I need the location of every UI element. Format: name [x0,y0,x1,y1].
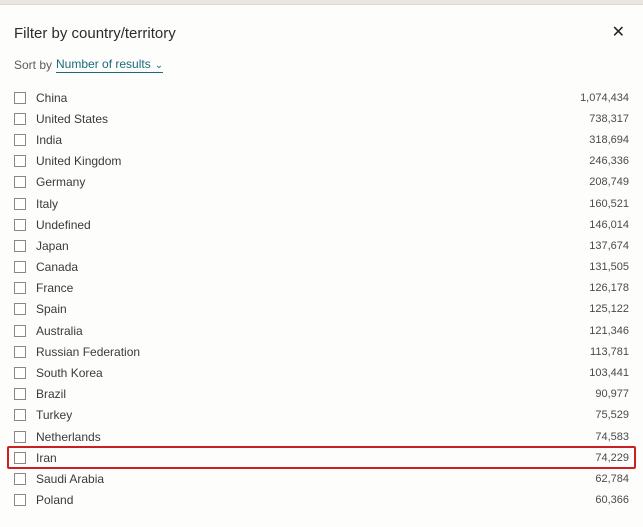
country-checkbox[interactable] [14,409,26,421]
country-count: 738,317 [589,113,629,125]
list-item: Japan137,674 [14,235,629,256]
country-checkbox[interactable] [14,325,26,337]
country-list: China1,074,434United States738,317India3… [14,87,629,511]
country-checkbox[interactable] [14,494,26,506]
country-checkbox[interactable] [14,452,26,464]
country-name: China [36,91,580,105]
country-count: 103,441 [589,367,629,379]
country-checkbox[interactable] [14,240,26,252]
list-item: South Korea103,441 [14,362,629,383]
country-name: Turkey [36,408,595,422]
list-item: Iran74,229 [8,447,635,468]
country-count: 160,521 [589,198,629,210]
list-item: Poland60,366 [14,490,629,511]
list-item: Germany208,749 [14,172,629,193]
country-name: Netherlands [36,430,595,444]
country-count: 113,781 [590,346,629,358]
country-name: Poland [36,493,595,507]
country-checkbox[interactable] [14,388,26,400]
country-count: 318,694 [589,134,629,146]
country-count: 146,014 [589,219,629,231]
country-count: 126,178 [589,282,629,294]
list-item: Canada131,505 [14,257,629,278]
country-name: Russian Federation [36,345,590,359]
country-count: 74,229 [595,452,629,464]
country-name: United Kingdom [36,154,589,168]
country-checkbox[interactable] [14,367,26,379]
sort-row: Sort by Number of results ⌄ [14,57,629,73]
country-name: Germany [36,175,589,189]
list-item: United States738,317 [14,108,629,129]
panel-title: Filter by country/territory [14,25,176,42]
list-item: Saudi Arabia62,784 [14,468,629,489]
country-count: 246,336 [589,155,629,167]
country-checkbox[interactable] [14,155,26,167]
list-item: Australia121,346 [14,320,629,341]
country-checkbox[interactable] [14,113,26,125]
country-name: Undefined [36,218,589,232]
country-name: South Korea [36,366,589,380]
chevron-down-icon: ⌄ [155,60,163,71]
panel-header: Filter by country/territory ✕ [14,23,629,43]
country-checkbox[interactable] [14,346,26,358]
list-item: United Kingdom246,336 [14,151,629,172]
country-checkbox[interactable] [14,176,26,188]
close-button[interactable]: ✕ [608,23,629,43]
country-checkbox[interactable] [14,198,26,210]
country-count: 90,977 [595,388,629,400]
list-item: Turkey75,529 [14,405,629,426]
sort-label: Sort by [14,58,52,72]
country-count: 60,366 [595,494,629,506]
country-checkbox[interactable] [14,134,26,146]
country-name: Australia [36,324,589,338]
country-checkbox[interactable] [14,92,26,104]
country-checkbox[interactable] [14,261,26,273]
filter-panel: Filter by country/territory ✕ Sort by Nu… [0,5,643,511]
country-count: 1,074,434 [580,92,629,104]
sort-dropdown[interactable]: Number of results ⌄ [56,57,163,73]
country-name: Saudi Arabia [36,472,595,486]
country-checkbox[interactable] [14,282,26,294]
country-checkbox[interactable] [14,219,26,231]
country-checkbox[interactable] [14,473,26,485]
country-count: 62,784 [595,473,629,485]
country-count: 208,749 [589,176,629,188]
list-item: Undefined146,014 [14,214,629,235]
list-item: Netherlands74,583 [14,426,629,447]
country-name: France [36,281,589,295]
country-name: Iran [36,451,595,465]
country-name: Canada [36,260,589,274]
country-count: 131,505 [589,261,629,273]
country-count: 75,529 [595,409,629,421]
country-checkbox[interactable] [14,303,26,315]
list-item: India318,694 [14,129,629,150]
country-count: 121,346 [589,325,629,337]
list-item: Russian Federation113,781 [14,341,629,362]
country-name: Italy [36,197,589,211]
country-name: Brazil [36,387,595,401]
list-item: France126,178 [14,278,629,299]
country-name: India [36,133,589,147]
country-count: 137,674 [589,240,629,252]
list-item: Brazil90,977 [14,384,629,405]
country-name: Japan [36,239,589,253]
close-icon: ✕ [612,24,625,41]
sort-selected-value: Number of results [56,57,151,71]
list-item: Spain125,122 [14,299,629,320]
country-count: 74,583 [595,431,629,443]
list-item: China1,074,434 [14,87,629,108]
country-name: Spain [36,302,589,316]
list-item: Italy160,521 [14,193,629,214]
country-checkbox[interactable] [14,431,26,443]
country-name: United States [36,112,589,126]
country-count: 125,122 [589,303,629,315]
